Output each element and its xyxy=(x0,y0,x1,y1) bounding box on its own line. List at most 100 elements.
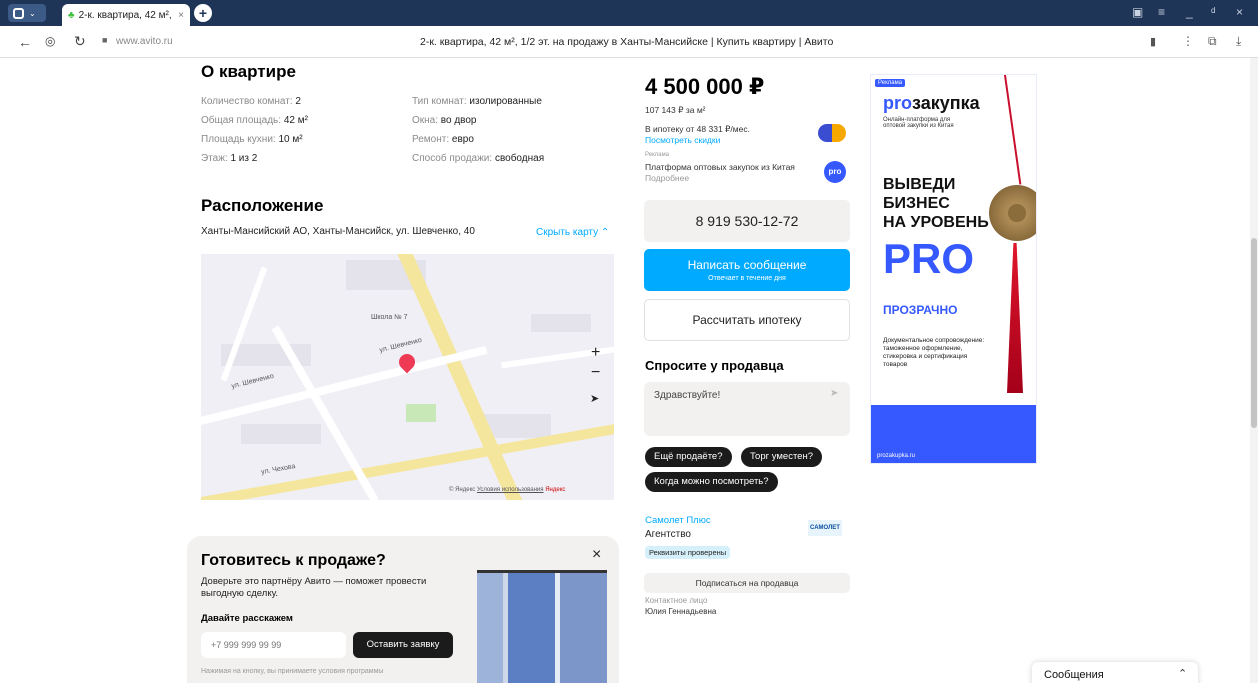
browser-tab[interactable]: ♣ 2-к. квартира, 42 м², 1/2 эт. × xyxy=(62,4,190,26)
banner-tassel xyxy=(1002,75,1022,185)
close-promo-button[interactable]: × xyxy=(592,546,601,564)
contact-name: Юлия Геннадьевна xyxy=(645,607,717,616)
tab-title: 2-к. квартира, 42 м², 1/2 эт. xyxy=(78,9,175,21)
zoom-in-button[interactable]: + xyxy=(591,344,600,362)
banner-big-pro: PRO xyxy=(883,235,975,282)
address-bar: ← ◎ ↻ ■ www.avito.ru 2-к. квартира, 42 м… xyxy=(0,26,1258,58)
back-icon[interactable]: ← xyxy=(18,34,32,50)
write-message-sub: Отвечает в течение дня xyxy=(708,275,786,282)
map-street-label: ул. Шевченко xyxy=(230,372,275,391)
protect-icon[interactable]: ◎ xyxy=(45,34,55,48)
price-per-m2: 107 143 ₽ за м² xyxy=(645,105,706,115)
restore-icon[interactable]: ᵈ xyxy=(1211,5,1216,19)
calc-mortgage-button[interactable]: Рассчитать ипотеку xyxy=(644,299,850,341)
building-illustration xyxy=(477,570,607,683)
contact-label: Контактное лицо xyxy=(645,596,708,605)
map[interactable]: ул. Шевченко ул. Шевченко ул. Чехова Шко… xyxy=(201,254,614,500)
address-text: Ханты-Мансийский АО, Ханты-Мансийск, ул.… xyxy=(201,226,475,237)
close-window-icon[interactable]: × xyxy=(1236,5,1243,19)
quick-question-chip[interactable]: Когда можно посмотреть? xyxy=(645,472,778,492)
promo-fineprint: Нажимая на кнопку, вы принимаете условия… xyxy=(201,668,384,675)
promo-title: Готовитесь к продаже? xyxy=(201,552,386,569)
prop-rooms: Количество комнат: 2 xyxy=(201,96,301,107)
prop-floor: Этаж: 1 из 2 xyxy=(201,153,258,164)
banner-coin xyxy=(989,185,1036,241)
quick-question-chip[interactable]: Торг уместен? xyxy=(741,447,822,467)
bookmark-icon[interactable]: ▮ xyxy=(1150,35,1156,48)
scrollbar[interactable] xyxy=(1250,58,1258,683)
write-message-label: Написать сообщение xyxy=(687,258,807,272)
browser-tab-bar: ⌄ ♣ 2-к. квартира, 42 м², 1/2 эт. × + ▣ … xyxy=(0,0,1258,26)
banner-brand: proзакупка xyxy=(883,93,980,113)
page-title-text: 2-к. квартира, 42 м², 1/2 эт. на продажу… xyxy=(420,36,834,48)
extensions-icon[interactable]: ⧉ xyxy=(1208,34,1217,49)
map-road xyxy=(271,325,379,500)
map-building xyxy=(531,314,591,332)
prop-room-type: Тип комнат: изолированные xyxy=(412,96,542,107)
phone-input[interactable] xyxy=(201,632,346,658)
download-icon[interactable]: ⤓ xyxy=(1236,34,1241,49)
about-right-props: Тип комнат: изолированные Окна: во двор … xyxy=(412,92,544,168)
tab-close-icon[interactable]: × xyxy=(178,10,184,21)
reload-icon[interactable]: ↻ xyxy=(74,33,86,50)
more-icon[interactable]: ⋮ xyxy=(1182,34,1194,48)
map-school-label: Школа № 7 xyxy=(371,314,408,321)
ask-message-text: Здравствуйте! xyxy=(654,390,721,401)
sale-promo-card: Готовитесь к продаже? Доверьте это партн… xyxy=(187,536,619,683)
new-tab-icon[interactable]: + xyxy=(194,4,212,22)
map-building xyxy=(241,424,321,444)
browser-logo-icon[interactable]: ⌄ xyxy=(8,4,46,22)
promo-text: Доверьте это партнёру Авито — поможет пр… xyxy=(201,576,427,599)
chevron-up-icon[interactable]: ⌃ xyxy=(1178,667,1187,680)
quick-question-chip[interactable]: Ещё продаёте? xyxy=(645,447,732,467)
price: 4 500 000 ₽ xyxy=(645,74,765,99)
minimize-icon[interactable]: _ xyxy=(1186,5,1193,19)
scrollbar-thumb[interactable] xyxy=(1251,238,1257,428)
prop-windows: Окна: во двор xyxy=(412,115,477,126)
window-mode-icon[interactable]: ▣ xyxy=(1132,5,1143,19)
discounts-link[interactable]: Посмотреть скидки xyxy=(645,135,720,145)
ad-label: Реклама xyxy=(645,152,670,158)
pro-badge-icon: pro xyxy=(824,161,846,183)
avito-favicon-icon: ♣ xyxy=(68,9,75,21)
lock-icon: ■ xyxy=(102,35,108,45)
send-icon[interactable]: ➤ xyxy=(830,388,838,399)
about-left-props: Количество комнат: 2 Общая площадь: 42 м… xyxy=(201,92,308,168)
prop-sale-method: Способ продажи: свободная xyxy=(412,153,545,164)
zoom-out-button[interactable]: − xyxy=(591,364,600,382)
url-text[interactable]: www.avito.ru xyxy=(116,36,173,47)
ad-banner[interactable]: Реклама proзакупка Онлайн-платформа для … xyxy=(870,74,1037,464)
map-park xyxy=(406,404,436,422)
ask-message-box[interactable]: Здравствуйте! ➤ xyxy=(644,382,850,436)
bank-logo-icon xyxy=(818,124,846,142)
subscribe-seller-button[interactable]: Подписаться на продавца xyxy=(644,573,850,593)
prop-kitchen: Площадь кухни: 10 м² xyxy=(201,134,303,145)
banner-tagline: Онлайн-платформа для оптовой закупки из … xyxy=(883,117,954,129)
banner-tassel xyxy=(1007,243,1023,393)
messages-widget[interactable]: Сообщения ⌃ xyxy=(1032,662,1198,683)
submit-request-button[interactable]: Оставить заявку xyxy=(353,632,453,658)
map-street-label: ул. Шевченко xyxy=(378,336,423,355)
seller-name-link[interactable]: Самолет Плюс xyxy=(645,515,711,526)
seller-type: Агентство xyxy=(645,529,691,540)
seller-logo[interactable]: САМОЛЕТ xyxy=(808,520,842,536)
hide-map-link[interactable]: Скрыть карту ⌃ xyxy=(536,227,609,238)
menu-icon[interactable]: ≡ xyxy=(1158,5,1165,19)
banner-transparent: ПРОЗРАЧНО xyxy=(883,303,958,317)
ad-more-link[interactable]: Подробнее xyxy=(645,173,689,183)
show-phone-button[interactable]: 8 919 530-12-72 xyxy=(644,200,850,242)
prop-repair: Ремонт: евро xyxy=(412,134,474,145)
ad-text[interactable]: Платформа оптовых закупок из Китая xyxy=(645,162,820,172)
map-street-label: ул. Чехова xyxy=(260,463,296,476)
verified-badge: Реквизиты проверены xyxy=(645,546,731,559)
chevron-up-icon: ⌃ xyxy=(600,227,610,238)
page-content: О квартире Количество комнат: 2 Общая пл… xyxy=(0,58,1258,683)
map-footer: © Яндекс Условия использования Яндекс xyxy=(449,487,566,493)
location-heading: Расположение xyxy=(201,196,324,215)
about-heading: О квартире xyxy=(201,62,296,81)
write-message-button[interactable]: Написать сообщение Отвечает в течение дн… xyxy=(644,249,850,291)
geolocate-icon[interactable]: ➤ xyxy=(590,392,599,405)
ask-seller-heading: Спросите у продавца xyxy=(645,358,784,373)
banner-ad-label: Реклама xyxy=(875,79,906,87)
banner-headline: ВЫВЕДИ БИЗНЕС НА УРОВЕНЬ xyxy=(883,176,989,231)
